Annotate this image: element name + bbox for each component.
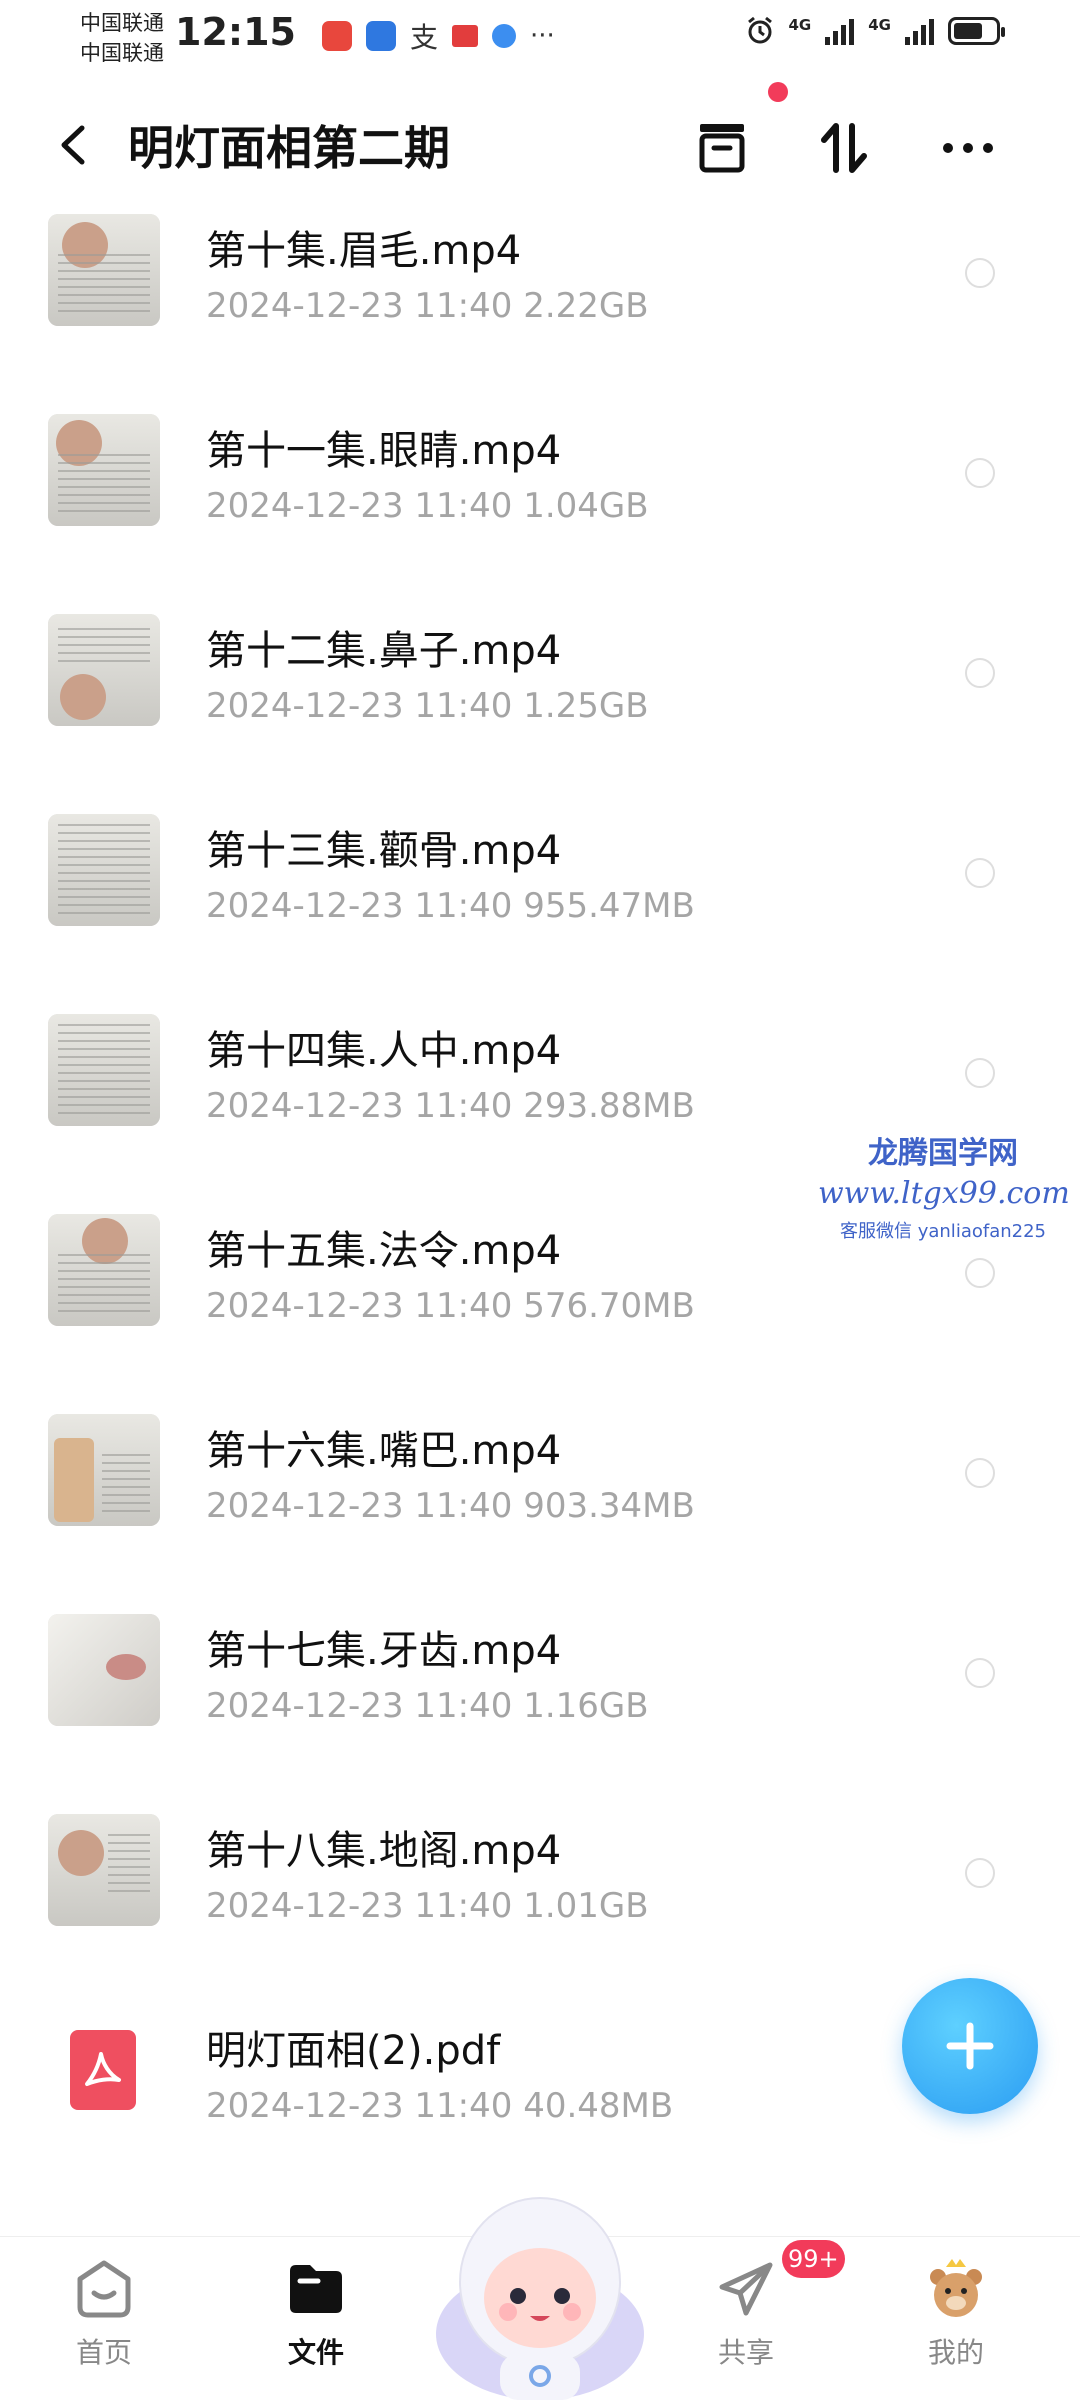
more-options-button[interactable] <box>928 108 1008 188</box>
carrier-1: 中国联通 <box>80 11 164 35</box>
file-row[interactable]: 第十八集.地阁.mp4 2024-12-23 11:40 1.01GB <box>0 1800 1080 2000</box>
select-radio[interactable] <box>965 1058 995 1088</box>
alipay-icon: 支 <box>410 21 439 54</box>
more-notifications-icon: ··· <box>530 21 555 51</box>
tab-files[interactable]: 文件 <box>246 2257 386 2371</box>
alarm-icon <box>747 16 772 44</box>
file-meta: 2024-12-23 11:40 1.01GB <box>206 1886 649 1926</box>
file-name: 第十八集.地阁.mp4 <box>206 1828 562 1874</box>
video-thumbnail <box>48 1814 160 1926</box>
file-name: 第十四集.人中.mp4 <box>206 1028 562 1074</box>
sort-icon <box>821 123 867 173</box>
video-thumbnail <box>48 1414 160 1526</box>
file-meta: 2024-12-23 11:40 2.22GB <box>206 286 649 326</box>
file-row[interactable]: 第十三集.颧骨.mp4 2024-12-23 11:40 955.47MB <box>0 800 1080 1000</box>
carrier-2: 中国联通 <box>80 41 164 65</box>
file-row[interactable]: 第十一集.眼睛.mp4 2024-12-23 11:40 1.04GB <box>0 400 1080 600</box>
tab-share-label: 共享 <box>717 2336 774 2369</box>
select-radio[interactable] <box>965 1658 995 1688</box>
file-meta: 2024-12-23 11:40 1.25GB <box>206 686 649 726</box>
more-dots-icon <box>943 143 993 153</box>
file-meta: 2024-12-23 11:40 293.88MB <box>206 1086 695 1126</box>
select-radio[interactable] <box>965 658 995 688</box>
video-thumbnail <box>48 214 160 326</box>
file-name: 第十七集.牙齿.mp4 <box>206 1628 562 1674</box>
archive-box-icon <box>699 124 745 173</box>
video-thumbnail <box>48 414 160 526</box>
network-label-1: 4G <box>788 16 812 34</box>
signal-1-icon <box>825 17 855 45</box>
file-row[interactable]: 第十七集.牙齿.mp4 2024-12-23 11:40 1.16GB <box>0 1600 1080 1800</box>
notification-icons: 支 ··· <box>322 16 555 56</box>
status-clock: 12:15 <box>175 10 296 54</box>
file-name: 第十六集.嘴巴.mp4 <box>206 1428 562 1474</box>
browser-icon <box>492 24 517 48</box>
watermark: 龙腾国学网 www.ltgx99.com 客服微信 yanliaofan225 <box>818 1128 1070 1243</box>
tab-files-label: 文件 <box>287 2336 344 2369</box>
select-radio[interactable] <box>965 258 995 288</box>
file-meta: 2024-12-23 11:40 955.47MB <box>206 886 695 926</box>
carrier-names: 中国联通 中国联通 <box>80 8 164 68</box>
assistant-mascot-button[interactable] <box>430 2184 650 2400</box>
status-bar: 中国联通 中国联通 12:15 支 ··· 4G 4G <box>0 0 1080 80</box>
video-thumbnail <box>48 1014 160 1126</box>
signal-2-icon <box>905 17 934 45</box>
video-thumbnail <box>48 814 160 926</box>
send-plane-icon <box>714 2257 778 2321</box>
watermark-contact: 客服微信 yanliaofan225 <box>840 1221 1046 1242</box>
file-meta: 2024-12-23 11:40 903.34MB <box>206 1486 695 1526</box>
battery-icon <box>948 17 1005 45</box>
tab-home-label: 首页 <box>75 2336 132 2369</box>
select-radio[interactable] <box>965 1458 995 1488</box>
file-name: 第十二集.鼻子.mp4 <box>206 628 562 674</box>
folder-icon <box>284 2257 348 2321</box>
file-meta: 2024-12-23 11:40 40.48MB <box>206 2086 674 2126</box>
mascot-icon <box>436 2197 644 2400</box>
select-radio[interactable] <box>965 858 995 888</box>
bear-avatar-icon <box>924 2257 988 2321</box>
system-icons: 4G 4G <box>745 16 1005 46</box>
file-row[interactable]: 第十六集.嘴巴.mp4 2024-12-23 11:40 903.34MB <box>0 1400 1080 1600</box>
home-face-icon <box>72 2257 136 2321</box>
tab-home[interactable]: 首页 <box>34 2257 174 2371</box>
tab-mine[interactable]: 我的 <box>886 2257 1026 2371</box>
file-meta: 2024-12-23 11:40 1.04GB <box>206 486 649 526</box>
notification-dot <box>768 82 788 102</box>
file-name: 第十五集.法令.mp4 <box>206 1228 562 1274</box>
file-name: 明灯面相(2).pdf <box>206 2028 501 2074</box>
network-label-2: 4G <box>868 16 891 34</box>
select-radio[interactable] <box>965 1858 995 1888</box>
file-row[interactable]: 第十二集.鼻子.mp4 2024-12-23 11:40 1.25GB <box>0 600 1080 800</box>
page-title: 明灯面相第二期 <box>128 121 450 175</box>
archive-button[interactable] <box>682 108 762 188</box>
back-button[interactable] <box>50 120 100 170</box>
watermark-url: www.ltgx99.com <box>818 1176 1070 1211</box>
sort-button[interactable] <box>804 108 884 188</box>
file-meta: 2024-12-23 11:40 576.70MB <box>206 1286 695 1326</box>
huawei-app-icon <box>322 21 352 51</box>
plus-icon <box>946 2022 994 2070</box>
video-thumbnail <box>48 1614 160 1726</box>
watermark-name: 龙腾国学网 <box>868 1136 1018 1171</box>
file-name: 第十集.眉毛.mp4 <box>206 228 522 274</box>
file-name: 第十三集.颧骨.mp4 <box>206 828 562 874</box>
tab-mine-label: 我的 <box>927 2336 984 2369</box>
back-arrow-icon <box>61 125 85 165</box>
add-button[interactable] <box>902 1978 1038 2114</box>
header: 明灯面相第二期 <box>0 90 1080 200</box>
file-name: 第十一集.眼睛.mp4 <box>206 428 562 474</box>
select-radio[interactable] <box>965 458 995 488</box>
file-row[interactable]: 第十集.眉毛.mp4 2024-12-23 11:40 2.22GB <box>0 200 1080 400</box>
pdf-file-icon <box>70 2030 136 2110</box>
video-thumbnail <box>48 1214 160 1326</box>
acrobat-icon <box>85 2052 121 2086</box>
share-count-badge: 99+ <box>782 2240 845 2278</box>
video-thumbnail <box>48 614 160 726</box>
shield-app-icon <box>366 21 396 51</box>
book-icon <box>452 25 479 47</box>
select-radio[interactable] <box>965 1258 995 1288</box>
file-meta: 2024-12-23 11:40 1.16GB <box>206 1686 649 1726</box>
